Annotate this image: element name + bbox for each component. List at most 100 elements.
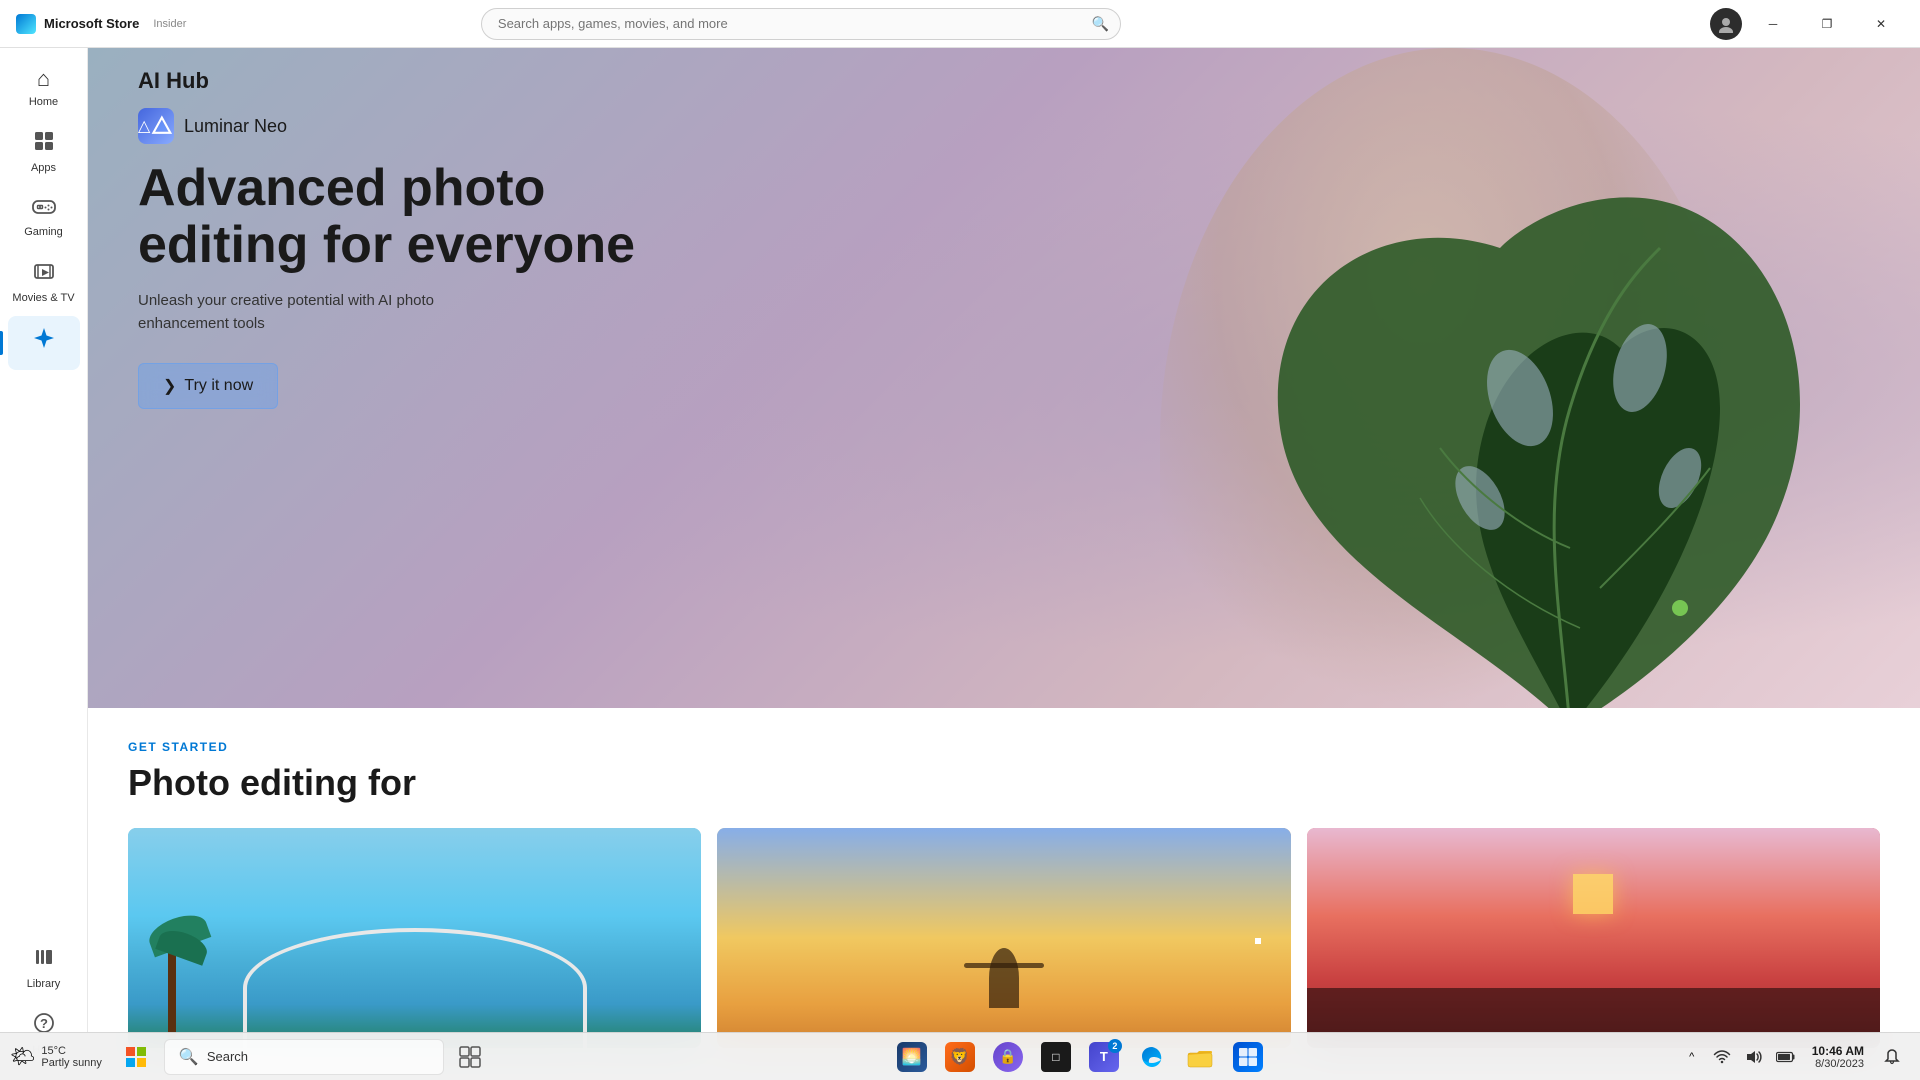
get-started-tag: GET STARTED — [128, 740, 1880, 754]
sidebar-item-label: Gaming — [24, 226, 63, 238]
taskbar-app-vpn[interactable]: 🔒 — [986, 1035, 1030, 1079]
taskbar-weather[interactable]: 🌤 15°C Partly sunny — [0, 1040, 112, 1073]
sidebar-item-ai[interactable] — [8, 316, 80, 370]
close-button[interactable]: ✕ — [1858, 8, 1904, 40]
apps-icon — [33, 130, 55, 158]
hero-app-row: Luminar Neo — [138, 108, 1004, 144]
taskbar-app-explorer[interactable] — [1178, 1035, 1222, 1079]
brave-icon: 🦁 — [945, 1042, 975, 1072]
get-started-section: GET STARTED Photo editing for — [88, 708, 1920, 1080]
store-icon — [1233, 1042, 1263, 1072]
app-title: Microsoft Store — [44, 16, 139, 31]
battery-icon — [1776, 1051, 1796, 1063]
gaming-icon — [32, 196, 56, 222]
headline-line1: Advanced photo — [138, 159, 545, 217]
taskbar: 🌤 15°C Partly sunny 🔍 Search 🌅 — [0, 1032, 1920, 1080]
cta-label: Try it now — [184, 377, 253, 395]
svg-text:?: ? — [40, 1016, 48, 1031]
sidebar-item-label: Apps — [31, 162, 56, 174]
sidebar-item-home[interactable]: ⌂ Home — [8, 56, 80, 118]
ai-icon — [32, 326, 56, 356]
weather-icon: 🌤 — [10, 1044, 35, 1069]
taskbar-apps: 🌅 🦁 🔒 □ T 2 — [492, 1035, 1668, 1079]
sidebar-item-movies[interactable]: Movies & TV — [8, 250, 80, 314]
minimize-button[interactable]: ─ — [1750, 8, 1796, 40]
app-icon — [138, 108, 174, 144]
weather-desc: Partly sunny — [41, 1057, 102, 1069]
workspace-icon: □ — [1041, 1042, 1071, 1072]
photo-cards — [128, 828, 1880, 1048]
notification-button[interactable] — [1876, 1041, 1908, 1073]
hero-headline: Advanced photo editing for everyone — [138, 160, 1004, 274]
notification-icon — [1883, 1048, 1901, 1066]
weather-info: 15°C Partly sunny — [41, 1045, 102, 1069]
sidebar-library-label: Library — [27, 978, 61, 990]
active-indicator — [0, 331, 3, 355]
titlebar-actions: ─ ❐ ✕ — [1710, 8, 1904, 40]
headline-text: Photo editing for — [128, 762, 416, 803]
taskbar-search[interactable]: 🔍 Search — [164, 1039, 444, 1075]
hero-content: Luminar Neo Advanced photo editing for e… — [138, 108, 1004, 409]
wifi-icon — [1713, 1050, 1731, 1064]
taskview-button[interactable] — [448, 1035, 492, 1079]
home-icon: ⌂ — [37, 66, 50, 92]
sidebar-item-apps[interactable]: Apps — [8, 120, 80, 184]
hero-banner: AI Hub Luminar Neo Advanced photo — [88, 48, 1920, 708]
search-icon: 🔍 — [1091, 15, 1108, 32]
app-name: Luminar Neo — [184, 116, 287, 137]
weather-app-icon: 🌅 — [897, 1042, 927, 1072]
edge-icon — [1138, 1043, 1166, 1071]
try-it-now-button[interactable]: ❯ Try it now — [138, 363, 278, 409]
taskbar-app-store[interactable] — [1226, 1035, 1270, 1079]
photo-card-1[interactable] — [128, 828, 701, 1048]
taskbar-clock[interactable]: 10:46 AM 8/30/2023 — [1804, 1040, 1872, 1074]
volume-icon — [1745, 1049, 1763, 1065]
taskview-icon — [459, 1046, 481, 1068]
wifi-button[interactable] — [1708, 1035, 1736, 1079]
sidebar-item-gaming[interactable]: Gaming — [8, 186, 80, 248]
taskbar-right: ^ — [1668, 1035, 1920, 1079]
sidebar-item-library[interactable]: Library — [8, 936, 80, 1000]
sidebar-item-label: Movies & TV — [12, 292, 74, 304]
taskbar-search-icon: 🔍 — [179, 1047, 199, 1067]
headline-line2: editing for everyone — [138, 216, 635, 274]
show-hidden-button[interactable]: ^ — [1680, 1035, 1704, 1079]
taskbar-app-teams[interactable]: T 2 — [1082, 1035, 1126, 1079]
titlebar: Microsoft Store Insider 🔍 ─ ❐ ✕ — [0, 0, 1920, 48]
hero-leaf — [1220, 148, 1920, 708]
taskbar-search-label: Search — [207, 1049, 248, 1064]
volume-button[interactable] — [1740, 1035, 1768, 1079]
library-icon — [33, 946, 55, 974]
content-area: AI Hub Luminar Neo Advanced photo — [88, 48, 1920, 1080]
photo-card-3[interactable] — [1307, 828, 1880, 1048]
explorer-icon — [1185, 1042, 1215, 1072]
teams-badge: 2 — [1108, 1039, 1122, 1053]
sidebar: ⌂ Home Apps — [0, 48, 88, 1080]
app-logo: Microsoft Store Insider — [16, 14, 186, 34]
taskbar-app-weather[interactable]: 🌅 — [890, 1035, 934, 1079]
photo-card-2[interactable] — [717, 828, 1290, 1048]
movies-icon — [33, 260, 55, 288]
clock-date: 8/30/2023 — [1812, 1058, 1864, 1070]
insider-badge: Insider — [153, 18, 186, 30]
clock-time: 10:46 AM — [1812, 1044, 1864, 1058]
store-logo-icon — [16, 14, 36, 34]
cta-arrow: ❯ — [163, 376, 176, 396]
taskbar-app-workspace[interactable]: □ — [1034, 1035, 1078, 1079]
start-button[interactable] — [112, 1033, 160, 1080]
weather-temp: 15°C — [41, 1045, 102, 1057]
taskbar-app-edge[interactable] — [1130, 1035, 1174, 1079]
battery-button[interactable] — [1772, 1035, 1800, 1079]
chevron-up-icon: ^ — [1689, 1051, 1694, 1063]
restore-button[interactable]: ❐ — [1804, 8, 1850, 40]
sidebar-item-label: Home — [29, 96, 58, 108]
search-bar[interactable]: 🔍 — [481, 8, 1121, 40]
taskbar-app-brave[interactable]: 🦁 — [938, 1035, 982, 1079]
main-layout: ⌂ Home Apps — [0, 48, 1920, 1080]
hero-subtext: Unleash your creative potential with AI … — [138, 290, 1004, 335]
avatar[interactable] — [1710, 8, 1742, 40]
ai-hub-title: AI Hub — [138, 68, 209, 94]
search-input[interactable] — [481, 8, 1121, 40]
vpn-icon: 🔒 — [993, 1042, 1023, 1072]
get-started-headline: Photo editing for — [128, 762, 1880, 804]
